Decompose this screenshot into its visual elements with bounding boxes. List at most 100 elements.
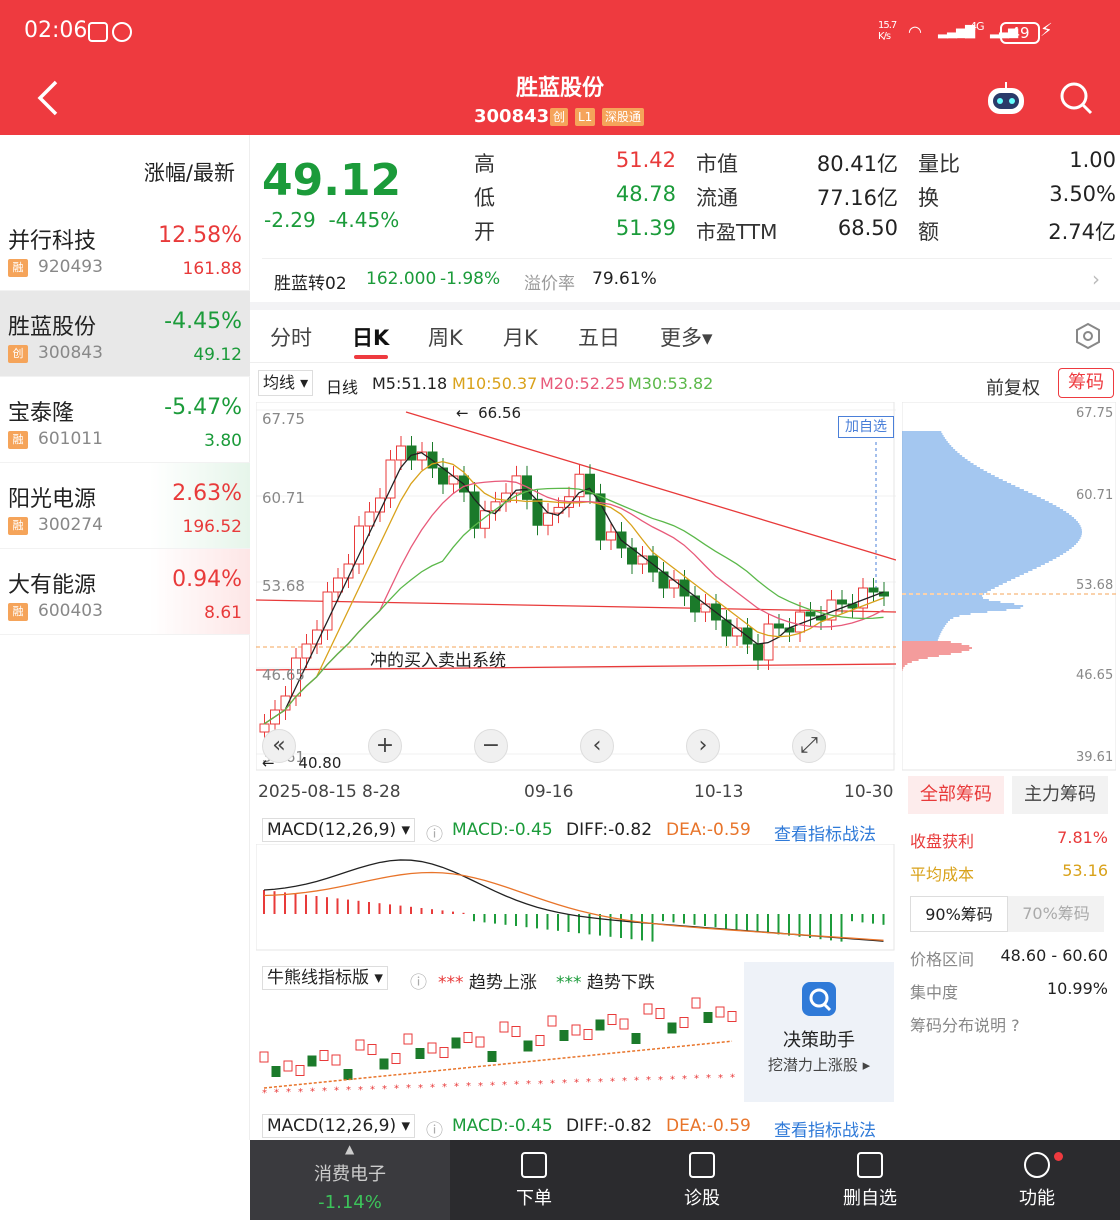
seg-90-chips[interactable]: 90%筹码	[910, 896, 1008, 932]
chip-y-label: 67.75	[1076, 406, 1114, 421]
last-price: 49.12	[193, 345, 242, 365]
robot-assistant-icon[interactable]	[984, 80, 1028, 116]
charging-icon: ⚡	[1040, 20, 1053, 41]
candlestick-chart[interactable]	[256, 402, 896, 772]
decision-assistant-card[interactable]: 决策助手 挖潜力上涨股 ▸	[744, 962, 894, 1102]
signal-icon: ▂▃▅▇	[938, 24, 975, 39]
pe-value: 68.50	[837, 216, 898, 240]
trend-star: *	[286, 1087, 291, 1098]
tab-daily-k[interactable]: 日K	[352, 322, 389, 352]
bull-candle	[559, 1030, 569, 1041]
last-price: 3.80	[204, 431, 242, 451]
x-axis-date: 09-16	[524, 782, 574, 802]
remove-watch-icon	[857, 1152, 883, 1178]
macd-strategy-link[interactable]: 查看指标战法	[774, 820, 876, 845]
watchlist-item[interactable]: 宝泰隆 融 601011 -5.47% 3.80	[0, 377, 250, 463]
sector-button[interactable]: ▲ 消费电子 -1.14%	[250, 1140, 450, 1220]
help-icon[interactable]: ⓘ	[410, 968, 427, 993]
convertible-bond-bar[interactable]: 胜蓝转02 162.000 -1.98% 溢价率 79.61% ›	[262, 258, 1112, 302]
remove-watch-button[interactable]: 删自选	[786, 1140, 954, 1220]
diagnose-button[interactable]: 诊股	[618, 1140, 786, 1220]
seg-70-chips[interactable]: 70%筹码	[1008, 896, 1104, 932]
change-pct: -5.47%	[164, 395, 242, 420]
pan-right-button[interactable]: ›	[686, 729, 720, 763]
add-watch-button[interactable]: 加自选	[838, 416, 894, 438]
adjust-mode-button[interactable]: 前复权	[986, 374, 1040, 400]
candle-body	[448, 475, 459, 485]
pan-left-button[interactable]: ‹	[580, 729, 614, 763]
candle-body	[606, 531, 616, 541]
last-price: 8.61	[204, 603, 242, 623]
tab-all-chips[interactable]: 全部筹码	[908, 776, 1004, 814]
network-type: 4G	[970, 20, 984, 33]
stock-code: 601011	[38, 429, 103, 449]
high-marker: ← 66.56	[456, 404, 522, 422]
menu-icon	[1024, 1152, 1050, 1178]
watchlist-item-selected[interactable]: 胜蓝股份 创 300843 -4.45% 49.12	[0, 291, 250, 377]
bull-candle	[463, 1032, 473, 1043]
chip-help-link[interactable]: 筹码分布说明 ?	[910, 1012, 1020, 1036]
divider	[250, 362, 1120, 363]
trend-down-legend: *** 趋势下跌	[556, 973, 655, 993]
bull-candle	[331, 1054, 341, 1066]
watchlist-item[interactable]: 阳光电源 融 300274 2.63% 196.52	[0, 463, 250, 549]
order-button[interactable]: 下单	[450, 1140, 618, 1220]
ma5-value: M5:51.18	[372, 374, 448, 393]
sector-name: 消费电子	[314, 1164, 386, 1185]
chip-toggle-button[interactable]: 筹码	[1058, 368, 1114, 398]
candle-body	[774, 623, 784, 629]
watchlist-item[interactable]: 并行科技 融 920493 12.58% 161.88	[0, 205, 250, 291]
watchlist-heading[interactable]: 涨幅/最新	[144, 157, 235, 187]
bull-candle	[667, 1022, 677, 1034]
remove-watch-label: 删自选	[843, 1188, 897, 1209]
tab-more[interactable]: 更多▾	[660, 322, 713, 352]
trend-star: *	[334, 1086, 339, 1097]
tab-main-chips[interactable]: 主力筹码	[1012, 776, 1108, 814]
tab-weekly-k[interactable]: 周K	[428, 322, 463, 352]
order-icon	[521, 1152, 547, 1178]
functions-button[interactable]: 功能	[954, 1140, 1120, 1220]
order-label: 下单	[516, 1188, 552, 1209]
active-tab-indicator	[354, 355, 388, 359]
zoom-in-button[interactable]: +	[368, 729, 402, 763]
tag-chuang: 创	[550, 108, 569, 126]
bull-candle	[427, 1042, 437, 1054]
open-value: 51.39	[615, 216, 676, 240]
bull-bear-selector[interactable]: 牛熊线指标版 ▾	[262, 966, 388, 990]
y-axis-label: 60.71	[262, 489, 305, 507]
tab-intraday[interactable]: 分时	[270, 322, 312, 352]
fullscreen-button[interactable]: ⤢	[792, 729, 826, 763]
bond-price: 162.000	[366, 269, 437, 289]
premium-label: 溢价率	[524, 274, 575, 294]
stock-code: 300843	[38, 343, 103, 363]
bottom-toolbar: ▲ 消费电子 -1.14% 下单 诊股 删自选 功能	[250, 1140, 1120, 1220]
help-icon[interactable]: ⓘ	[426, 1116, 443, 1141]
tag-l1: L1	[575, 108, 596, 126]
macd-strategy-link-2[interactable]: 查看指标战法	[774, 1116, 876, 1141]
trend-star: *	[622, 1076, 627, 1087]
assistant-icon	[802, 982, 836, 1016]
bull-candle	[655, 1008, 665, 1019]
tab-monthly-k[interactable]: 月K	[503, 322, 538, 352]
ma-selector[interactable]: 均线 ▾	[258, 370, 314, 396]
settings-icon[interactable]	[1074, 322, 1102, 350]
price-change: -2.29 -4.45%	[264, 208, 399, 232]
zoom-out-button[interactable]: −	[474, 729, 508, 763]
macd-selector[interactable]: MACD(12,26,9) ▾	[262, 818, 416, 842]
candle-body	[259, 723, 270, 733]
diagnose-icon	[689, 1152, 715, 1178]
change-pct: -4.45%	[164, 309, 242, 334]
bull-candle	[307, 1055, 317, 1067]
help-icon[interactable]: ⓘ	[426, 820, 443, 845]
macd-selector-2[interactable]: MACD(12,26,9) ▾	[262, 1114, 416, 1138]
search-icon[interactable]	[1058, 80, 1094, 116]
bull-candle	[535, 1035, 545, 1046]
moving-average-line	[263, 451, 884, 725]
rewind-button[interactable]: «	[262, 729, 296, 763]
premium-value: 79.61%	[592, 269, 657, 289]
tab-five-day[interactable]: 五日	[578, 322, 620, 352]
app-header: 02:06 15.7 K/s ◠ ▂▃▅▇ 4G ▂▃▅ 49 ⚡ 胜蓝股份 30…	[0, 0, 1120, 135]
trend-line	[405, 411, 896, 561]
watchlist-item[interactable]: 大有能源 融 600403 0.94% 8.61	[0, 549, 250, 635]
profit-label: 收盘获利	[910, 832, 975, 851]
